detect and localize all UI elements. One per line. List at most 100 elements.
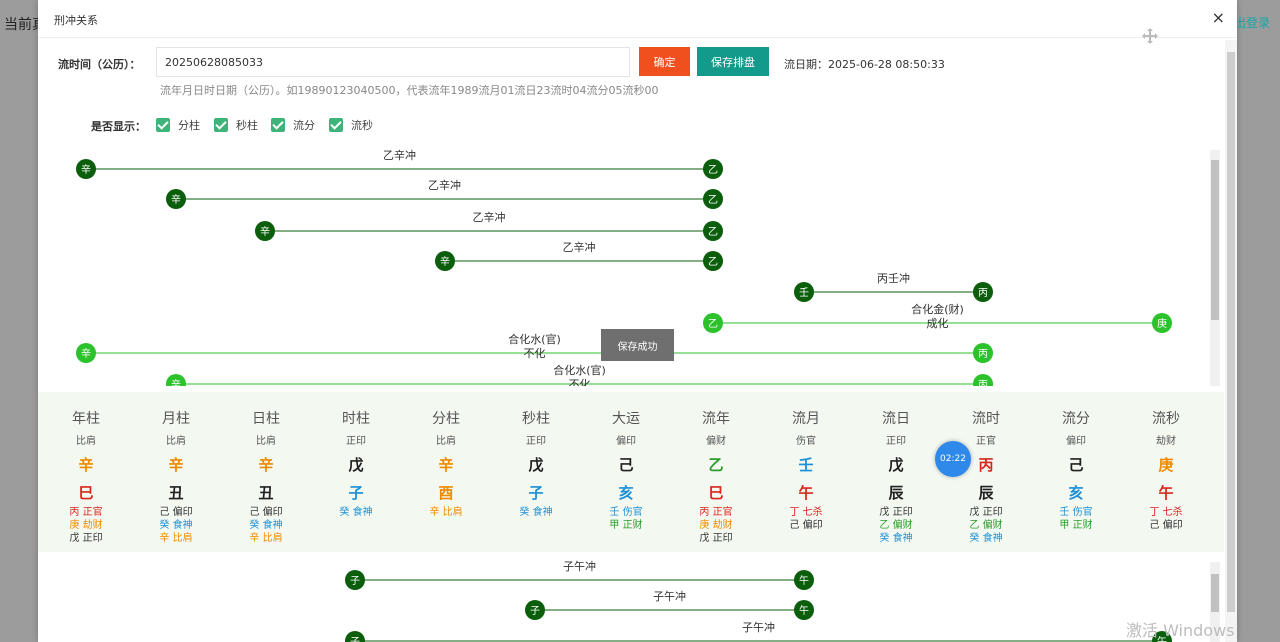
relation-node: 午 <box>794 600 814 620</box>
pillar-name: 流月 <box>792 411 820 427</box>
relation-line: 合化金(财)成化 乙 庚 <box>703 302 1172 333</box>
relation-node-label: 辛 <box>81 163 91 176</box>
relation-node-label: 辛 <box>260 225 270 238</box>
checkbox-fenzhu[interactable]: 分柱 <box>156 117 200 133</box>
liushi-input[interactable] <box>156 47 630 77</box>
diagram-scrollbar-thumb[interactable] <box>1211 160 1219 320</box>
pillar-stem: 庚 <box>1158 456 1174 474</box>
modal-scrollbar[interactable] <box>1225 40 1237 642</box>
relation-node: 辛 <box>76 343 96 363</box>
pillar-branch: 亥 <box>618 484 634 502</box>
pillar-hidden-stems: 丁 七杀己 偏印 <box>761 506 851 532</box>
modal-scrollbar-thumb[interactable] <box>1227 52 1235 612</box>
relation-node: 丙 <box>973 282 993 302</box>
relation-label: 成化 <box>927 316 949 330</box>
relation-node-label: 壬 <box>799 287 809 299</box>
relation-node: 辛 <box>166 374 186 386</box>
pillar-ten-god: 偏印 <box>1066 436 1086 447</box>
relation-line: 乙辛冲辛 乙 <box>76 148 723 179</box>
confirm-button[interactable]: 确定 <box>639 47 690 76</box>
diagram-scrollbar[interactable] <box>1210 150 1220 386</box>
relation-node-label: 丙 <box>978 380 988 386</box>
modal-header: 刑冲关系 × <box>38 0 1237 38</box>
pillar-ten-god: 伤官 <box>796 436 816 447</box>
pillar-hidden-stems: 辛 比肩 <box>401 506 491 519</box>
pillar-name: 流日 <box>882 411 910 427</box>
relation-node-label: 乙 <box>708 318 718 330</box>
hidden-stem: 丁 七杀 <box>789 507 823 518</box>
pillar-hidden-stems: 丙 正官庚 劫财戊 正印 <box>41 506 131 545</box>
relation-line: 子午冲子午 <box>345 620 1172 642</box>
relation-node-label: 辛 <box>81 347 91 360</box>
pillar-branch: 子 <box>348 484 364 502</box>
relation-label: 子午冲 <box>742 620 775 634</box>
logout-link[interactable]: 出登录 <box>1233 14 1270 31</box>
hidden-stem: 乙 偏财 <box>879 520 913 531</box>
hidden-stem: 辛 比肩 <box>429 507 463 518</box>
pillar-name: 秒柱 <box>522 411 550 427</box>
pillar-ten-god: 正印 <box>526 436 546 447</box>
relation-node-label: 辛 <box>440 255 450 268</box>
pillar-branch: 巳 <box>708 484 724 502</box>
relation-node-label: 子 <box>530 605 540 617</box>
pillar-stem: 壬 <box>798 456 814 474</box>
relation-line: 子午冲子 午 <box>345 560 814 590</box>
close-icon[interactable]: × <box>1212 8 1225 27</box>
branch-relations-svg: 子午冲子午子午冲子午子午冲子午 <box>345 560 1172 642</box>
hidden-stem: 癸 食神 <box>339 507 373 518</box>
pillar-hidden-stems: 戊 正印乙 偏财癸 食神 <box>941 506 1031 545</box>
checkbox-liufen[interactable]: 流分 <box>271 117 315 133</box>
timer-badge[interactable]: 02:22 <box>935 441 971 477</box>
relation-node-label: 午 <box>799 574 809 587</box>
display-label: 是否显示： <box>91 120 146 133</box>
pillar-stem: 辛 <box>168 456 184 474</box>
relation-node: 乙 <box>703 221 723 241</box>
pillar-stem: 乙 <box>708 456 724 474</box>
checkbox-label: 分柱 <box>178 119 200 132</box>
hidden-stem: 庚 劫财 <box>699 520 733 531</box>
liu-date-text: 流日期：2025-06-28 08:50:33 <box>784 58 945 71</box>
pillar-branch: 丑 <box>258 484 274 502</box>
hidden-stem: 己 偏印 <box>1149 520 1183 531</box>
hidden-stem: 甲 正财 <box>609 520 643 531</box>
save-success-toast: 保存成功 <box>601 329 674 361</box>
checkbox-label: 流秒 <box>351 119 373 132</box>
branch-diagram-scrollbar-thumb[interactable] <box>1211 574 1219 612</box>
pillar-hidden-stems: 癸 食神 <box>491 506 581 519</box>
pillar-hidden-stems: 己 偏印癸 食神辛 比肩 <box>131 506 221 545</box>
relation-node-label: 子 <box>350 575 360 587</box>
pillar-ten-god: 正印 <box>346 436 366 447</box>
pillar-ten-god: 劫财 <box>1156 436 1176 447</box>
hidden-stem: 癸 食神 <box>879 533 913 544</box>
liushi-label: 流时间（公历）： <box>58 58 141 71</box>
save-chart-button[interactable]: 保存排盘 <box>697 47 769 76</box>
relation-node-label: 丙 <box>978 288 988 299</box>
hidden-stem: 丁 七杀 <box>1149 507 1183 518</box>
relation-node: 子 <box>525 600 545 620</box>
hidden-stem: 己 偏印 <box>159 507 193 518</box>
pillar-stem: 己 <box>1068 456 1084 474</box>
relation-node-label: 午 <box>799 604 809 617</box>
checkbox-miaozhu[interactable]: 秒柱 <box>214 117 258 133</box>
relation-node: 辛 <box>76 159 96 179</box>
input-hint: 流年月日时日期（公历）。如19890123040500，代表流年1989流月01… <box>160 84 659 97</box>
relation-line: 合化水(官)不化 辛 丙 <box>166 363 993 386</box>
relation-node: 辛 <box>255 221 275 241</box>
hidden-stem: 癸 食神 <box>249 520 283 531</box>
relation-label: 乙辛冲 <box>563 240 596 254</box>
relation-node: 乙 <box>703 189 723 209</box>
move-icon[interactable] <box>1141 27 1159 45</box>
relation-node-label: 乙 <box>708 226 718 238</box>
pillars-table: 年柱 比肩辛巳丙 正官庚 劫财戊 正印 月柱 比肩辛丑己 偏印癸 食神辛 比肩 日柱 比肩… <box>38 392 1224 552</box>
relation-node-label: 乙 <box>708 256 718 268</box>
pillar-hidden-stems: 壬 伤官甲 正财 <box>581 506 671 532</box>
hidden-stem: 戊 正印 <box>69 533 103 544</box>
hidden-stem: 辛 比肩 <box>159 533 193 544</box>
hidden-stem: 庚 劫财 <box>69 520 103 531</box>
relation-node-label: 庚 <box>1157 317 1167 330</box>
checkbox-liumiao[interactable]: 流秒 <box>329 117 373 133</box>
pillar-name: 流年 <box>702 411 730 427</box>
pillar-ten-god: 比肩 <box>76 436 96 447</box>
relation-label: 子午冲 <box>563 560 596 573</box>
checkbox-label: 秒柱 <box>236 119 258 132</box>
